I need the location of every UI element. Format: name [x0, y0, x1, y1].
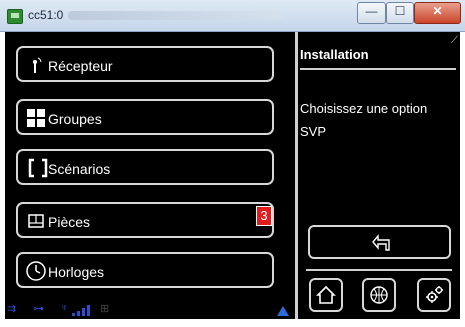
- app-window: cc51:0 — ☐ ✕ Récepteur Groupes Scénarios…: [0, 0, 465, 327]
- network-globe-icon: [370, 286, 388, 304]
- menu-item-scenarios[interactable]: Scénarios: [16, 149, 274, 185]
- antenna-icon: ♆: [60, 302, 69, 314]
- status-bar: ⇉ ⊶ ♆ ⊞: [5, 300, 295, 319]
- maximize-icon: ☐: [394, 4, 406, 18]
- back-button[interactable]: [308, 225, 451, 259]
- panel-message: Choisissez une option SVP: [300, 101, 428, 139]
- gears-icon: [426, 286, 443, 303]
- home-icon: [316, 285, 336, 304]
- menu-item-horloges[interactable]: Horloges: [16, 252, 274, 288]
- close-button[interactable]: ✕: [414, 2, 461, 24]
- scenarios-icon: [28, 158, 48, 178]
- panel-separator: [306, 269, 452, 271]
- heading-underline: [300, 68, 456, 70]
- resize-grip-icon[interactable]: ⟋: [451, 35, 458, 46]
- home-button[interactable]: [309, 278, 343, 312]
- settings-button[interactable]: [417, 278, 451, 312]
- link-icon: ⊶: [33, 303, 44, 315]
- menu-item-label: Scénarios: [48, 161, 111, 177]
- back-icon: [372, 234, 390, 251]
- clock-icon: [26, 261, 46, 281]
- maximize-button[interactable]: ☐: [386, 2, 414, 24]
- network-icon: ⊞: [100, 303, 110, 315]
- menu-item-label: Récepteur: [48, 58, 113, 74]
- panel-heading: Installation: [300, 47, 369, 62]
- window-subtitle-blurred: [68, 11, 282, 20]
- menu-item-recepteur[interactable]: Récepteur: [16, 46, 274, 82]
- signal-strength-icon: [72, 305, 90, 316]
- network-button[interactable]: [362, 278, 396, 312]
- menu-item-groupes[interactable]: Groupes: [16, 99, 274, 135]
- client-area: Récepteur Groupes Scénarios Pièces 3 Hor…: [5, 32, 460, 319]
- app-icon: [7, 9, 23, 24]
- count-badge: 3: [256, 206, 272, 226]
- groups-icon: [27, 109, 45, 127]
- info-panel: ⟋ Installation Choisissez une option SVP: [298, 32, 460, 319]
- menu-item-label: Groupes: [48, 111, 102, 127]
- receiver-icon: [33, 57, 42, 73]
- menu-item-pieces[interactable]: Pièces 3: [16, 202, 274, 238]
- connection-icon: ⇉: [7, 303, 17, 315]
- menu-item-label: Pièces: [48, 214, 91, 230]
- menu-panel: Récepteur Groupes Scénarios Pièces 3 Hor…: [5, 32, 295, 319]
- minimize-icon: —: [365, 4, 378, 18]
- close-icon: ✕: [432, 4, 443, 18]
- rooms-icon: [28, 214, 44, 228]
- window-title: cc51:0: [28, 8, 64, 22]
- scroll-up-icon[interactable]: [277, 306, 289, 316]
- menu-item-label: Horloges: [48, 264, 105, 280]
- minimize-button[interactable]: —: [357, 2, 386, 24]
- title-bar[interactable]: cc51:0 — ☐ ✕: [0, 0, 465, 32]
